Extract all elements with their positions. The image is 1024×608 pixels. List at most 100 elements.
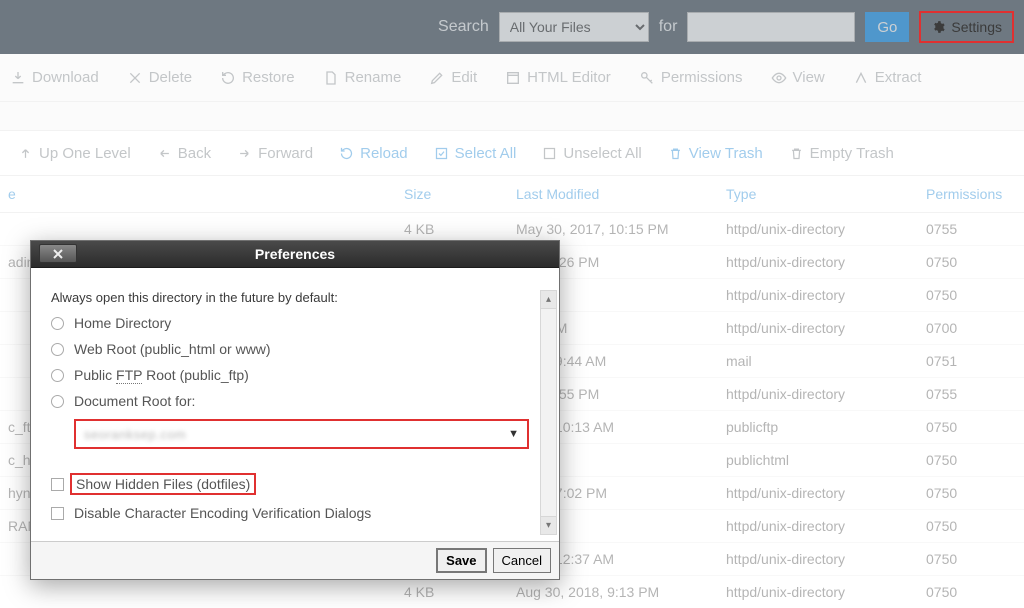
forward-arrow-icon bbox=[237, 146, 252, 161]
cell-permissions: 0750 bbox=[918, 510, 1024, 543]
search-scope-select[interactable]: All Your Files bbox=[499, 12, 649, 42]
checkbox-icon bbox=[51, 478, 64, 491]
cell-size: 4 KB bbox=[396, 576, 508, 608]
cell-type: publichtml bbox=[718, 444, 918, 477]
search-input[interactable] bbox=[687, 12, 855, 42]
cell-permissions: 0750 bbox=[918, 279, 1024, 312]
radio-webroot[interactable]: Web Root (public_html or www) bbox=[51, 341, 539, 357]
select-all-button[interactable]: Select All bbox=[434, 145, 517, 162]
cell-permissions: 0750 bbox=[918, 444, 1024, 477]
col-permissions[interactable]: Permissions bbox=[918, 176, 1024, 213]
cell-type: httpd/unix-directory bbox=[718, 279, 918, 312]
forward-button[interactable]: Forward bbox=[237, 145, 313, 162]
scroll-up-icon[interactable]: ▴ bbox=[541, 291, 556, 309]
back-arrow-icon bbox=[157, 146, 172, 161]
check-disable-enc[interactable]: Disable Character Encoding Verification … bbox=[51, 505, 539, 521]
cell-permissions: 0755 bbox=[918, 213, 1024, 246]
restore-icon bbox=[220, 70, 236, 86]
close-icon bbox=[52, 248, 64, 260]
docroot-select[interactable]: seoranksep.com ▼ bbox=[74, 419, 529, 449]
up-arrow-icon bbox=[18, 146, 33, 161]
docroot-value: seoranksep.com bbox=[84, 427, 186, 442]
rename-button[interactable]: Rename bbox=[323, 69, 402, 86]
dialog-buttons: Save Cancel bbox=[31, 541, 559, 579]
cell-permissions: 0750 bbox=[918, 246, 1024, 279]
restore-button[interactable]: Restore bbox=[220, 69, 295, 86]
reload-icon bbox=[339, 146, 354, 161]
view-trash-button[interactable]: View Trash bbox=[668, 145, 763, 162]
cell-permissions: 0755 bbox=[918, 378, 1024, 411]
permissions-button[interactable]: Permissions bbox=[639, 69, 743, 86]
dialog-title: Preferences bbox=[255, 246, 335, 262]
file-icon bbox=[323, 70, 339, 86]
gear-icon bbox=[931, 20, 945, 34]
back-button[interactable]: Back bbox=[157, 145, 211, 162]
cell-name bbox=[0, 576, 396, 608]
cell-type: mail bbox=[718, 345, 918, 378]
for-label: for bbox=[659, 18, 678, 36]
chevron-down-icon: ▼ bbox=[508, 428, 519, 440]
delete-button[interactable]: Delete bbox=[127, 69, 192, 86]
pencil-icon bbox=[429, 70, 445, 86]
radio-docroot[interactable]: Document Root for: bbox=[51, 393, 539, 409]
cell-type: httpd/unix-directory bbox=[718, 543, 918, 576]
cell-permissions: 0750 bbox=[918, 477, 1024, 510]
preferences-dialog: Preferences ▴ ▾ Always open this directo… bbox=[30, 240, 560, 580]
settings-button[interactable]: Settings bbox=[919, 11, 1014, 43]
reload-button[interactable]: Reload bbox=[339, 145, 408, 162]
dialog-close-button[interactable] bbox=[39, 244, 77, 263]
settings-label: Settings bbox=[951, 19, 1002, 35]
extract-button[interactable]: Extract bbox=[853, 69, 922, 86]
toolbar-actions: Download Delete Restore Rename Edit HTML… bbox=[0, 54, 1024, 102]
download-button[interactable]: Download bbox=[10, 69, 99, 86]
checkbox-icon bbox=[51, 507, 64, 520]
radio-home[interactable]: Home Directory bbox=[51, 315, 539, 331]
go-button[interactable]: Go bbox=[865, 12, 909, 42]
radio-publicftp[interactable]: Public FTP Root (public_ftp) bbox=[51, 367, 539, 383]
check-show-hidden[interactable]: Show Hidden Files (dotfiles) bbox=[51, 473, 539, 495]
save-button[interactable]: Save bbox=[436, 548, 486, 573]
col-name[interactable]: e bbox=[0, 176, 396, 213]
cell-modified: Aug 30, 2018, 9:13 PM bbox=[508, 576, 718, 608]
table-header-row: e Size Last Modified Type Permissions bbox=[0, 176, 1024, 213]
html-editor-button[interactable]: HTML Editor bbox=[505, 69, 611, 86]
x-icon bbox=[127, 70, 143, 86]
cell-type: httpd/unix-directory bbox=[718, 312, 918, 345]
trash-icon bbox=[668, 146, 683, 161]
eye-icon bbox=[771, 70, 787, 86]
pref-intro: Always open this directory in the future… bbox=[51, 290, 539, 305]
cancel-button[interactable]: Cancel bbox=[493, 548, 551, 573]
dialog-scrollbar[interactable]: ▴ ▾ bbox=[540, 290, 557, 535]
dialog-titlebar[interactable]: Preferences bbox=[31, 241, 559, 268]
search-label: Search bbox=[438, 18, 489, 36]
dialog-body: ▴ ▾ Always open this directory in the fu… bbox=[31, 268, 559, 541]
cell-type: httpd/unix-directory bbox=[718, 378, 918, 411]
table-row[interactable]: 4 KBAug 30, 2018, 9:13 PMhttpd/unix-dire… bbox=[0, 576, 1024, 608]
cell-permissions: 0750 bbox=[918, 411, 1024, 444]
extract-icon bbox=[853, 70, 869, 86]
up-one-level-button[interactable]: Up One Level bbox=[18, 145, 131, 162]
square-icon bbox=[542, 146, 557, 161]
cell-type: httpd/unix-directory bbox=[718, 510, 918, 543]
edit-button[interactable]: Edit bbox=[429, 69, 477, 86]
col-size[interactable]: Size bbox=[396, 176, 508, 213]
empty-trash-button[interactable]: Empty Trash bbox=[789, 145, 894, 162]
topbar: Search All Your Files for Go Settings bbox=[0, 0, 1024, 54]
radio-icon bbox=[51, 317, 64, 330]
show-hidden-label: Show Hidden Files (dotfiles) bbox=[70, 473, 256, 495]
scroll-down-icon[interactable]: ▾ bbox=[541, 516, 556, 534]
unselect-all-button[interactable]: Unselect All bbox=[542, 145, 641, 162]
cell-type: httpd/unix-directory bbox=[718, 213, 918, 246]
col-modified[interactable]: Last Modified bbox=[508, 176, 718, 213]
view-button[interactable]: View bbox=[771, 69, 825, 86]
radio-icon bbox=[51, 343, 64, 356]
cell-permissions: 0751 bbox=[918, 345, 1024, 378]
cell-type: httpd/unix-directory bbox=[718, 477, 918, 510]
html-icon bbox=[505, 70, 521, 86]
cell-type: publicftp bbox=[718, 411, 918, 444]
download-icon bbox=[10, 70, 26, 86]
radio-icon bbox=[51, 369, 64, 382]
cell-type: httpd/unix-directory bbox=[718, 576, 918, 608]
col-type[interactable]: Type bbox=[718, 176, 918, 213]
check-square-icon bbox=[434, 146, 449, 161]
